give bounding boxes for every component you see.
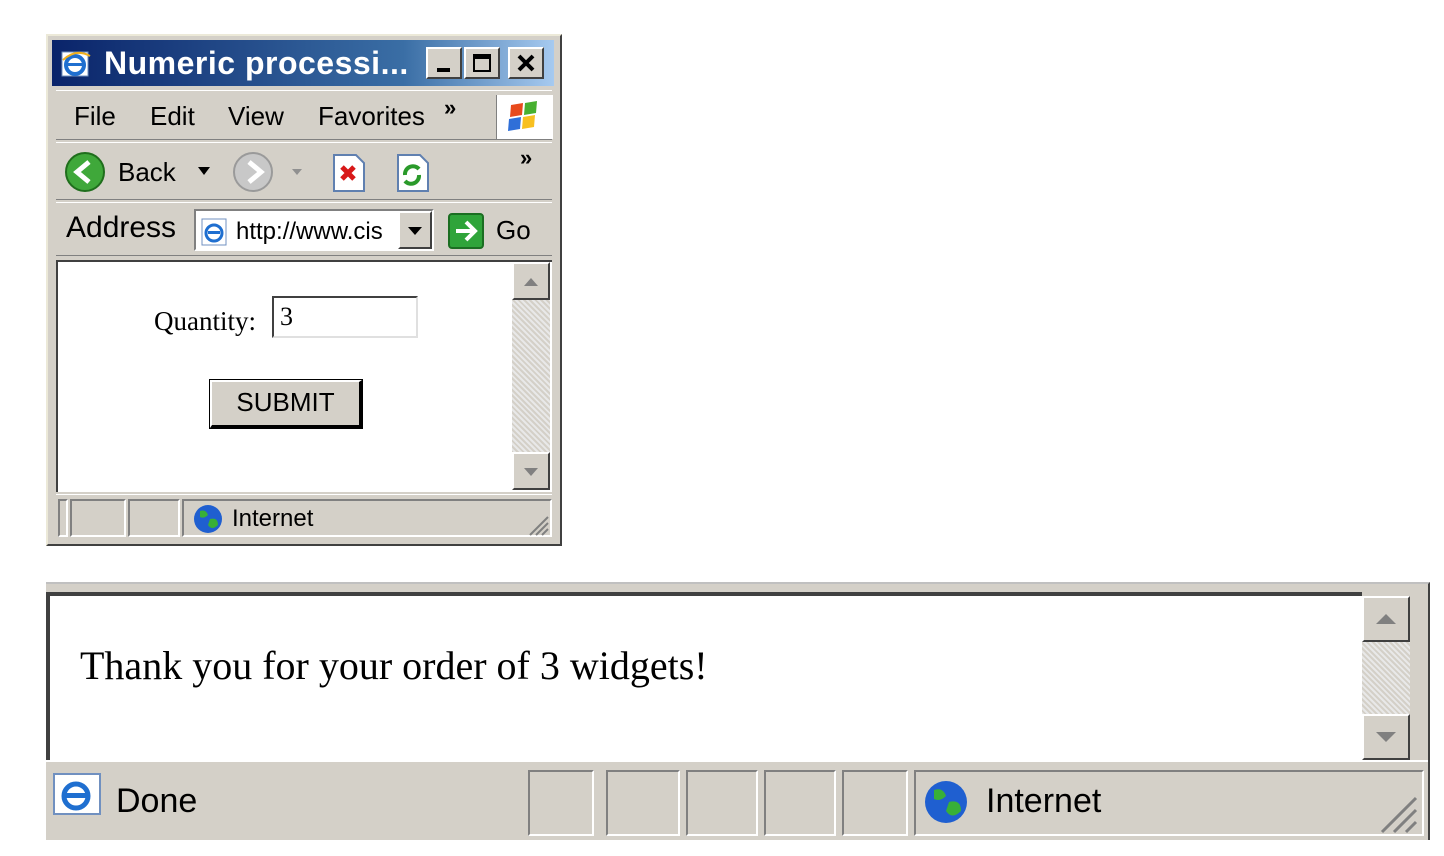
page-content: Thank you for your order of 3 widgets! (46, 592, 1362, 762)
title-bar[interactable]: Numeric processi... (52, 40, 554, 86)
menu-edit[interactable]: Edit (150, 101, 195, 132)
status-zone-panel: Internet (914, 770, 1424, 836)
globe-icon (925, 781, 967, 823)
forward-dropdown-icon[interactable] (290, 167, 304, 177)
address-url: http://www.cis (236, 218, 383, 245)
address-input[interactable]: http://www.cis (194, 209, 434, 251)
page-content: Quantity: 3 SUBMIT (56, 260, 552, 492)
status-panel (128, 499, 180, 537)
back-label[interactable]: Back (118, 157, 176, 188)
go-button[interactable]: Go (496, 215, 531, 246)
go-arrow-icon[interactable] (448, 213, 484, 249)
stop-icon[interactable] (330, 153, 366, 193)
window-title: Numeric processi... (104, 45, 409, 81)
arrow-up-icon (1376, 614, 1396, 624)
status-panel (528, 770, 594, 836)
status-panel (70, 499, 126, 537)
status-zone-panel: Internet (182, 499, 552, 537)
minimize-button[interactable] (426, 47, 462, 79)
scroll-up-button[interactable] (512, 262, 550, 300)
chevron-down-icon (408, 227, 422, 235)
back-dropdown-icon[interactable] (196, 165, 212, 177)
status-bar: Internet (56, 494, 552, 540)
maximize-button[interactable] (464, 47, 500, 79)
address-dropdown-button[interactable] (398, 211, 432, 249)
page-icon (201, 218, 227, 246)
toolbar-overflow-chevron[interactable]: » (520, 145, 532, 171)
maximize-icon (473, 54, 491, 72)
scroll-down-button[interactable] (1362, 714, 1410, 760)
arrow-down-icon (1376, 732, 1396, 742)
windows-logo (496, 95, 553, 139)
arrow-down-icon (524, 468, 538, 476)
standard-toolbar: Back » (56, 142, 552, 200)
scroll-down-button[interactable] (512, 452, 550, 490)
quantity-label: Quantity: (154, 306, 256, 336)
menu-overflow-chevron[interactable]: » (444, 95, 456, 121)
status-panel (58, 499, 68, 537)
vertical-scrollbar[interactable] (1362, 596, 1410, 760)
minimize-icon (437, 68, 450, 72)
refresh-icon[interactable] (394, 153, 430, 193)
menu-view[interactable]: View (228, 101, 284, 132)
address-label: Address (66, 211, 177, 244)
close-icon (517, 54, 535, 72)
menu-bar: File Edit View Favorites » (56, 90, 553, 140)
status-panel (764, 770, 836, 836)
submit-button[interactable]: SUBMIT (209, 379, 363, 429)
browser-window-result: Thank you for your order of 3 widgets! D… (46, 582, 1430, 840)
menu-file[interactable]: File (74, 101, 116, 132)
ie-icon (61, 51, 91, 77)
address-bar: Address http://www.cis Go (56, 202, 552, 256)
arrow-up-icon (524, 278, 538, 286)
status-panel (842, 770, 908, 836)
status-text: Done (116, 782, 198, 820)
back-arrow-icon[interactable] (64, 151, 106, 193)
windows-flag-icon (508, 101, 537, 131)
resize-grip-icon[interactable] (526, 513, 550, 537)
status-panel (686, 770, 758, 836)
status-bar: Done Internet (46, 760, 1428, 840)
quantity-input[interactable]: 3 (272, 296, 418, 338)
vertical-scrollbar[interactable] (512, 262, 550, 490)
ie-page-icon (53, 773, 101, 815)
menu-favorites[interactable]: Favorites (318, 101, 436, 132)
forward-arrow-icon[interactable] (232, 151, 274, 193)
confirmation-message: Thank you for your order of 3 widgets! (80, 643, 708, 688)
status-panel (606, 770, 680, 836)
globe-icon (194, 505, 222, 533)
resize-grip-icon[interactable] (1374, 790, 1418, 834)
close-button[interactable] (508, 47, 544, 79)
browser-window-form: Numeric processi... File Edit View Favor… (46, 34, 562, 546)
status-zone-label: Internet (232, 505, 314, 532)
scroll-up-button[interactable] (1362, 596, 1410, 642)
status-zone-label: Internet (986, 782, 1102, 820)
